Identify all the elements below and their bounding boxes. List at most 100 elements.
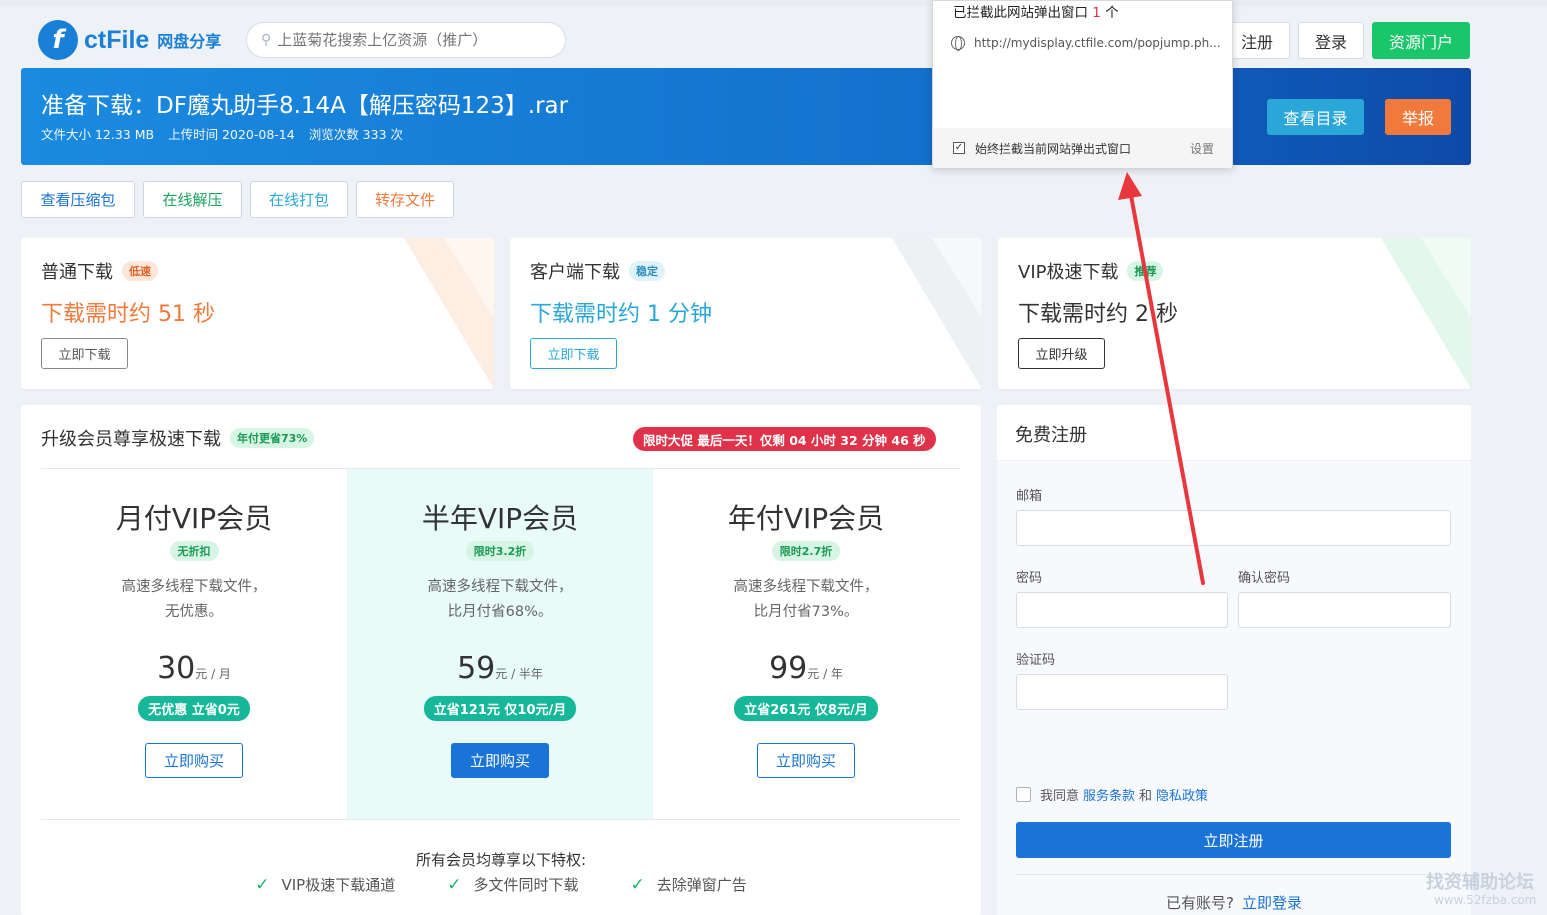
plan-name: 年付VIP会员 (727, 502, 885, 535)
card-title: VIP极速下载 (1018, 262, 1119, 283)
popup-blocked-notice: 已拦截此网站弹出窗口 1 个 http://mydisplay.ctfile.c… (932, 0, 1233, 168)
logo-text: ctFile (84, 25, 150, 54)
check-icon: ✓ (255, 874, 270, 895)
plan-desc: 无优惠。 (165, 604, 223, 620)
watermark: 找资辅助论坛 (1426, 872, 1534, 893)
plan-name: 半年VIP会员 (421, 502, 579, 535)
plan-desc: 高速多线程下载文件， (427, 579, 573, 595)
popup-footer: ✓ 始终拦截当前网站弹出式窗口 设置 (933, 128, 1232, 168)
buy-halfyear-button[interactable]: 立即购买 (451, 743, 549, 778)
view-count: 浏览次数 333 次 (308, 127, 403, 142)
popup-count: 1 (1092, 5, 1101, 21)
register-form: 邮箱 密码 确认密码 验证码 我同意 服务条款 和 隐私政策 立即注册 已有账号… (997, 461, 1471, 915)
plan-desc: 高速多线程下载文件， (733, 579, 879, 595)
card-title: 客户端下载 (530, 262, 620, 283)
vip-title: 升级会员尊享极速下载 (41, 429, 221, 450)
plan-unit: 元 / 年 (807, 667, 843, 681)
login-button[interactable]: 登录 (1298, 22, 1364, 59)
upgrade-now-button[interactable]: 立即升级 (1018, 338, 1105, 369)
buy-yearly-button[interactable]: 立即购买 (757, 743, 855, 778)
view-archive-tab[interactable]: 查看压缩包 (21, 181, 135, 218)
register-panel: 免费注册 邮箱 密码 确认密码 验证码 我同意 服务条款 和 隐私政策 立即注册… (997, 405, 1471, 915)
plan-name: 月付VIP会员 (115, 502, 273, 535)
terms-link[interactable]: 服务条款 (1083, 785, 1135, 804)
captcha-label: 验证码 (1016, 653, 1056, 668)
always-block-checkbox[interactable]: ✓ (953, 142, 965, 154)
plan-tag: 无折扣 (169, 541, 219, 561)
confirm-password-field[interactable] (1238, 592, 1451, 628)
view-catalog-button[interactable]: 查看目录 (1267, 99, 1364, 135)
file-title: 准备下载：DF魔丸助手8.14A【解压密码123】.rar (41, 93, 569, 119)
plan-desc: 高速多线程下载文件， (121, 579, 267, 595)
online-pack-tab[interactable]: 在线打包 (250, 181, 348, 218)
popup-settings-link[interactable]: 设置 (1190, 140, 1214, 157)
download-time: 下载需时约 2 秒 (1018, 302, 1178, 327)
email-label: 邮箱 (1016, 489, 1043, 504)
plan-savings: 无优惠 立省0元 (138, 696, 250, 721)
privacy-link[interactable]: 隐私政策 (1156, 785, 1208, 804)
captcha-field[interactable] (1016, 674, 1228, 710)
login-link[interactable]: 立即登录 (1242, 894, 1302, 912)
divider (1016, 874, 1451, 875)
vip-title-tag: 年付更省73% (230, 428, 315, 448)
perk-item: ✓ 去除弹窗广告 (630, 874, 747, 895)
perk-item: ✓ VIP极速下载通道 (255, 874, 396, 895)
always-block-label: 始终拦截当前网站弹出式窗口 (975, 141, 1132, 156)
popup-url-link[interactable]: http://mydisplay.ctfile.com/popjump.ph..… (951, 36, 1221, 51)
client-download-button[interactable]: 立即下载 (530, 338, 617, 369)
plan-monthly: 月付VIP会员 无折扣 高速多线程下载文件， 无优惠。 30元 / 月 无优惠 立… (41, 469, 347, 819)
recommend-tag: 推荐 (1127, 261, 1164, 281)
buy-monthly-button[interactable]: 立即购买 (145, 743, 243, 778)
speed-tag: 低速 (122, 261, 158, 281)
search-input[interactable] (277, 31, 538, 49)
email-field[interactable] (1016, 510, 1451, 546)
perks-title: 所有会员均尊享以下特权: (415, 851, 587, 869)
search-icon: ⚲ (261, 32, 272, 48)
resource-portal-button[interactable]: 资源门户 (1372, 22, 1470, 59)
plan-tag: 限时2.7折 (771, 541, 841, 561)
card-decoration (404, 238, 494, 389)
perk-item: ✓ 多文件同时下载 (447, 874, 579, 895)
password-field[interactable] (1016, 592, 1228, 628)
stable-tag: 稳定 (629, 261, 665, 281)
plan-unit: 元 / 月 (195, 667, 231, 681)
promo-countdown: 限时大促 最后一天！仅剩 04 小时 32 分钟 46 秒 (633, 427, 936, 451)
register-title: 免费注册 (997, 405, 1471, 461)
plan-price: 99 (769, 651, 808, 686)
download-time: 下载需时约 1 分钟 (530, 302, 712, 327)
card-title: 普通下载 (41, 262, 113, 283)
vip-upgrade-panel: 升级会员尊享极速下载 年付更省73% 限时大促 最后一天！仅剩 04 小时 32 … (21, 405, 981, 915)
register-button[interactable]: 注册 (1224, 22, 1290, 59)
plan-price: 59 (457, 651, 496, 686)
plan-tag: 限时3.2折 (465, 541, 535, 561)
password-label: 密码 (1016, 571, 1043, 586)
file-banner: 准备下载：DF魔丸助手8.14A【解压密码123】.rar 文件大小 12.33… (21, 68, 1471, 165)
register-submit-button[interactable]: 立即注册 (1016, 822, 1451, 858)
plan-yearly: 年付VIP会员 限时2.7折 高速多线程下载文件， 比月付省73%。 99元 / … (653, 469, 959, 819)
plan-savings: 立省121元 仅10元/月 (423, 696, 577, 721)
plan-desc: 比月付省73%。 (753, 604, 859, 620)
check-icon: ✓ (447, 874, 462, 895)
ctfile-logo-icon: f (38, 20, 78, 60)
file-size: 文件大小 12.33 MB (41, 127, 155, 142)
report-button[interactable]: 举报 (1385, 99, 1451, 135)
site-logo[interactable]: f ctFile 网盘分享 (38, 20, 221, 60)
browser-bookmark-strip (0, 0, 1547, 6)
normal-download-card: 普通下载 低速 下载需时约 51 秒 立即下载 (21, 238, 494, 389)
popup-title: 已拦截此网站弹出窗口 1 个 (953, 5, 1119, 21)
card-decoration (1381, 238, 1471, 389)
watermark-url: www.52fzba.com (1434, 893, 1537, 907)
divider (41, 819, 961, 820)
login-prompt: 已有账号? 立即登录 (1166, 894, 1302, 912)
download-now-button[interactable]: 立即下载 (41, 338, 128, 369)
save-file-tab[interactable]: 转存文件 (356, 181, 454, 218)
search-box[interactable]: ⚲ (246, 22, 566, 58)
perks-list: ✓ VIP极速下载通道 ✓ 多文件同时下载 ✓ 去除弹窗广告 (21, 874, 981, 895)
globe-icon (951, 36, 965, 51)
online-extract-tab[interactable]: 在线解压 (143, 181, 242, 218)
plan-desc: 比月付省68%。 (447, 604, 553, 620)
logo-subtitle: 网盘分享 (157, 32, 222, 51)
plan-halfyear: 半年VIP会员 限时3.2折 高速多线程下载文件， 比月付省68%。 59元 / … (347, 469, 653, 819)
confirm-password-label: 确认密码 (1238, 571, 1291, 586)
agree-checkbox[interactable] (1016, 787, 1031, 802)
